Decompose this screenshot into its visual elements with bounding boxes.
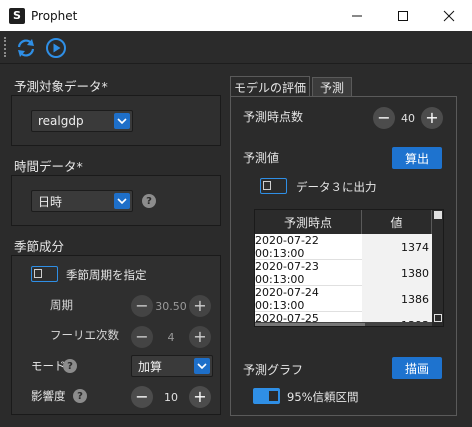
output-data3-toggle[interactable] [260, 178, 287, 194]
influence-stepper[interactable]: − 10 + [131, 386, 211, 408]
output-data3-label: データ３に出力 [296, 180, 377, 194]
forecast-graph-label: 予測グラフ [243, 363, 304, 377]
minimize-button[interactable] [334, 0, 380, 31]
plus-icon[interactable]: + [189, 386, 211, 408]
seasonal-group: 季節周期を指定 周期 − 30.50 + フーリエ次数 − 4 + モード ? … [11, 255, 221, 415]
horizon-stepper[interactable]: − 40 + [373, 107, 443, 129]
play-icon [46, 38, 66, 58]
scroll-thumb[interactable] [434, 314, 442, 322]
run-button[interactable] [45, 37, 67, 59]
toggle-knob [263, 181, 271, 190]
help-icon[interactable]: ? [142, 194, 156, 208]
table-row[interactable]: 2020-07-22 00:13:00 1374 [255, 234, 443, 260]
cell-time: 2020-07-24 00:13:00 [255, 286, 319, 312]
cell-value: 1380 [362, 260, 432, 286]
table-row[interactable]: 2020-07-23 00:13:00 1380 [255, 260, 443, 286]
target-data-group: realgdp [11, 95, 221, 146]
time-data-group: 日時 ? [11, 175, 221, 226]
plus-icon[interactable]: + [189, 326, 211, 348]
fourier-order-label: フーリエ次数 [50, 328, 119, 342]
chevron-down-icon [194, 358, 210, 374]
cell-time: 2020-07-22 00:13:00 [255, 234, 319, 260]
minus-icon[interactable]: − [131, 295, 153, 317]
toggle-knob [34, 269, 42, 278]
minus-icon[interactable]: − [373, 107, 395, 129]
window-title: Prophet [31, 8, 78, 23]
chevron-down-icon [114, 193, 130, 209]
column-header-time[interactable]: 予測時点 [255, 210, 362, 234]
target-data-select[interactable]: realgdp [31, 110, 133, 132]
chevron-down-icon [114, 113, 130, 129]
toolbar [0, 31, 472, 64]
mode-select[interactable]: 加算 [131, 355, 213, 377]
target-data-label: 予測対象データ* [14, 79, 108, 94]
maximize-button[interactable] [380, 0, 426, 31]
help-icon[interactable]: ? [73, 389, 87, 403]
mode-label: モード [31, 359, 66, 373]
fourier-order-stepper[interactable]: − 4 + [131, 326, 211, 348]
mode-select-value: 加算 [138, 359, 163, 374]
tab-forecast[interactable]: 予測 [312, 77, 352, 97]
title-bar: S Prophet [0, 0, 472, 31]
period-value: 30.50 [155, 299, 187, 313]
close-icon [443, 10, 455, 21]
period-stepper[interactable]: − 30.50 + [131, 295, 211, 317]
maximize-icon [398, 10, 408, 21]
minus-icon[interactable]: − [131, 386, 153, 408]
table-header: 予測時点 値 [255, 210, 443, 234]
plus-icon[interactable]: + [189, 295, 211, 317]
horizontal-scrollbar[interactable] [255, 322, 432, 326]
fourier-order-value: 4 [167, 330, 175, 344]
forecast-panel: 予測時点数 − 40 + 予測値 算出 データ３に出力 予測時点 値 2020-… [230, 96, 457, 416]
time-data-label: 時間データ* [14, 159, 83, 174]
time-data-select-value: 日時 [38, 194, 63, 209]
confidence-interval-toggle[interactable] [253, 388, 280, 404]
cell-time: 2020-07-23 00:13:00 [255, 260, 319, 286]
cell-value: 1374 [362, 234, 432, 260]
influence-label: 影響度 [31, 389, 66, 403]
influence-value: 10 [164, 390, 178, 404]
app-icon: S [9, 7, 25, 24]
plus-icon[interactable]: + [421, 107, 443, 129]
forecast-table[interactable]: 予測時点 値 2020-07-22 00:13:00 1374 2020-07-… [254, 209, 444, 327]
period-label: 周期 [50, 298, 73, 312]
toggle-knob [269, 391, 278, 401]
cell-value: 1386 [362, 286, 432, 312]
scroll-up-icon[interactable] [434, 211, 442, 219]
target-data-select-value: realgdp [38, 114, 84, 128]
close-button[interactable] [426, 0, 472, 31]
refresh-icon [17, 39, 35, 57]
draw-button[interactable]: 描画 [392, 357, 442, 379]
predicted-values-label: 予測値 [243, 151, 280, 165]
table-row[interactable]: 2020-07-24 00:13:00 1386 [255, 286, 443, 312]
minimize-icon [352, 15, 362, 16]
seasonal-label: 季節成分 [14, 239, 65, 254]
tab-model-evaluation[interactable]: モデルの評価 [230, 76, 310, 97]
seasonal-period-toggle-label: 季節周期を指定 [66, 268, 147, 282]
refresh-button[interactable] [15, 37, 37, 59]
toolbar-grip[interactable] [4, 37, 6, 57]
seasonal-period-toggle[interactable] [31, 266, 58, 282]
horizontal-scroll-thumb[interactable] [255, 323, 365, 326]
horizon-label: 予測時点数 [243, 110, 304, 124]
confidence-interval-label: 95%信頼区間 [287, 390, 359, 404]
vertical-scrollbar[interactable] [432, 210, 443, 326]
column-header-value[interactable]: 値 [362, 210, 432, 234]
calculate-button[interactable]: 算出 [392, 147, 442, 169]
time-data-select[interactable]: 日時 [31, 190, 133, 212]
horizon-value: 40 [401, 111, 415, 125]
minus-icon[interactable]: − [131, 326, 153, 348]
help-icon[interactable]: ? [63, 359, 77, 373]
